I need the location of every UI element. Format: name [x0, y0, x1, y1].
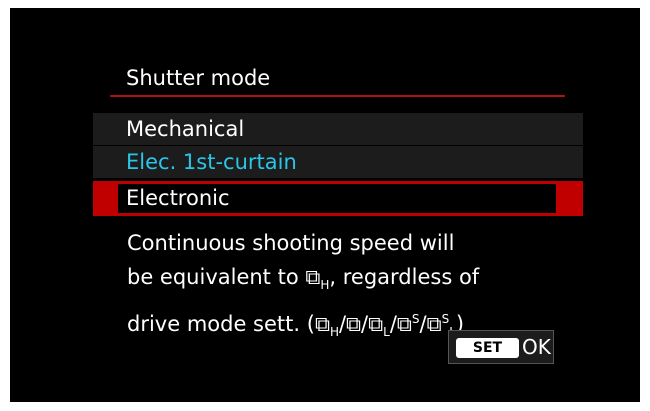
description-line-1: Continuous shooting speed will [127, 231, 455, 255]
drive-glyph: ⧉ [368, 312, 384, 337]
set-button-badge: SET [456, 338, 519, 358]
option-elec-1st-curtain[interactable]: Elec. 1st-curtain [93, 146, 583, 178]
description-line-2-suffix: , regardless of [329, 265, 480, 289]
drive-high-speed-icon: ⧉H [305, 260, 329, 302]
drive-mark-low: L [383, 325, 390, 340]
menu-title: Shutter mode [126, 66, 271, 90]
option-electronic[interactable]: Electronic [93, 181, 583, 216]
option-mechanical-label: Mechanical [126, 117, 245, 141]
option-elec-1st-curtain-label: Elec. 1st-curtain [126, 150, 297, 174]
drive-silent-icon: ⧉S [397, 302, 420, 341]
set-ok-button[interactable]: SET OK [448, 330, 554, 364]
drive-glyph: ⧉ [426, 312, 442, 337]
drive-glyph: ⧉ [305, 265, 321, 289]
drive-low-speed-icon: ⧉L [368, 307, 390, 349]
description-line-2-prefix: be equivalent to [127, 265, 306, 289]
drive-glyph: ⧉ [314, 312, 330, 337]
drive-continuous-icon: ⧉ [346, 307, 361, 341]
description-line-2: be equivalent to ⧉H, regardless of [127, 260, 567, 302]
option-mechanical[interactable]: Mechanical [93, 113, 583, 145]
title-divider [110, 95, 565, 97]
drive-glyph: ⧉ [346, 312, 362, 337]
drive-mark-high: H [329, 325, 339, 340]
drive-glyph: ⧉ [396, 312, 412, 337]
ok-label: OK [522, 335, 551, 359]
description-line-3-prefix: drive mode sett. ( [127, 312, 315, 337]
option-electronic-label: Electronic [126, 186, 230, 210]
drive-mark-silent: S [411, 312, 420, 327]
camera-menu-screen: Shutter mode Mechanical Elec. 1st-curtai… [10, 8, 640, 402]
option-electronic-highlight: Electronic [118, 184, 556, 213]
drive-high-speed-icon: ⧉H [315, 307, 339, 349]
